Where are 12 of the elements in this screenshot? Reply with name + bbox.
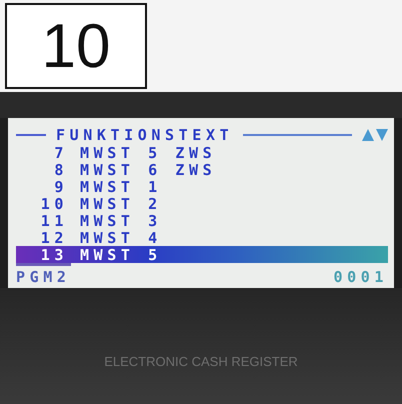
menu-row[interactable]: 10 MWST 2 <box>16 195 388 212</box>
menu-row[interactable]: 12 MWST 4 <box>16 229 388 246</box>
step-number-label: 10 <box>5 3 147 89</box>
menu-row[interactable]: 9 MWST 1 <box>16 178 388 195</box>
scroll-arrows-icon <box>362 129 388 141</box>
screen-title: FUNKTIONSTEXT <box>56 126 234 144</box>
selected-menu-row[interactable]: 13 MWST 5 <box>16 246 388 263</box>
counter: 0001 <box>333 268 388 286</box>
menu-row[interactable]: 7 MWST 5 ZWS <box>16 144 388 161</box>
device-label: ELECTRONIC CASH REGISTER <box>104 354 298 371</box>
menu-row[interactable]: 8 MWST 6 ZWS <box>16 161 388 178</box>
menu-row[interactable]: 11 MWST 3 <box>16 212 388 229</box>
